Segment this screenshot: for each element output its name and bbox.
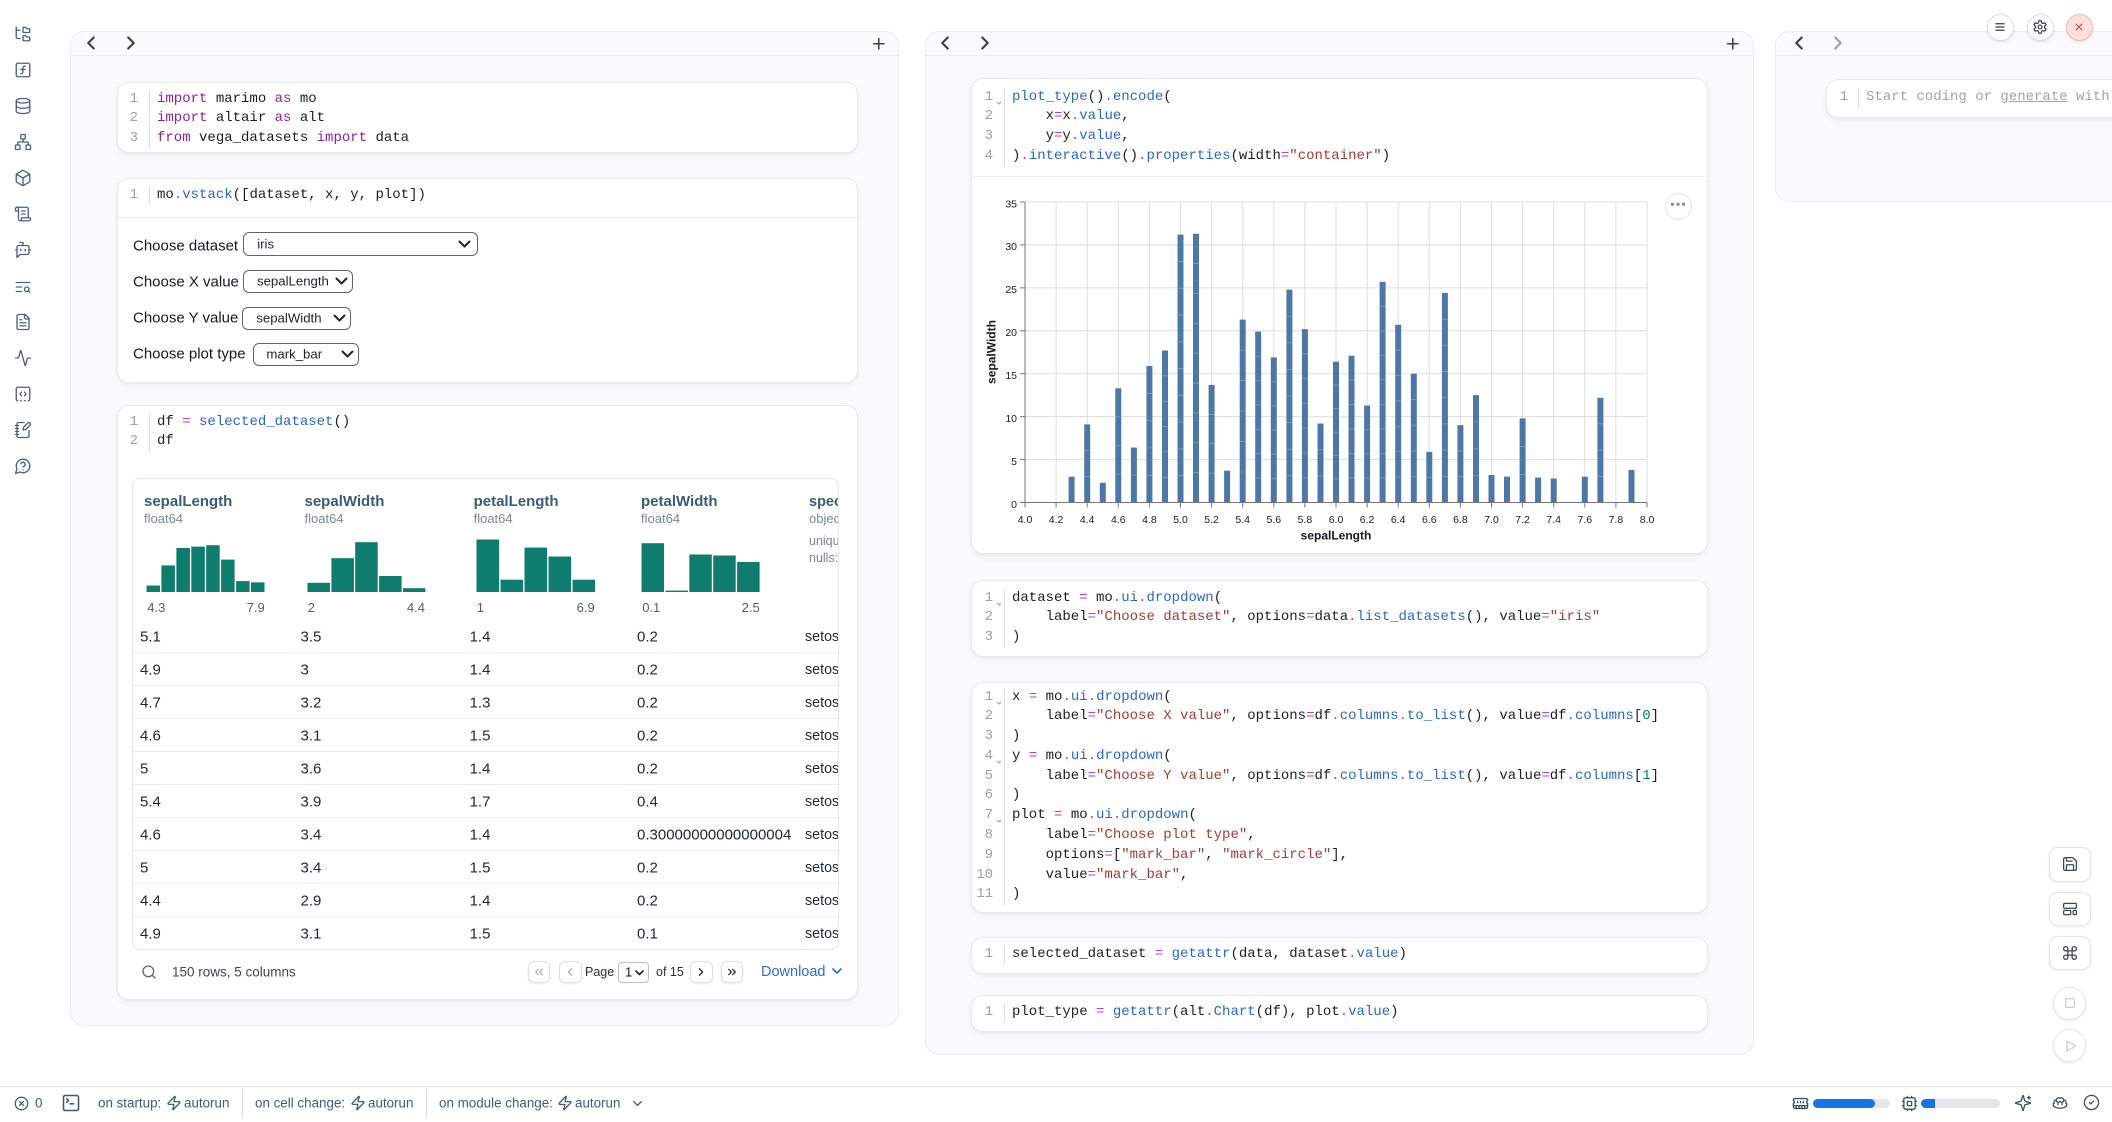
svg-text:20: 20 xyxy=(1005,327,1017,339)
svg-text:4.8: 4.8 xyxy=(1142,514,1157,526)
svg-text:0: 0 xyxy=(1011,499,1017,511)
svg-text:4.0: 4.0 xyxy=(1018,514,1033,526)
svg-text:8.0: 8.0 xyxy=(1640,514,1655,526)
svg-text:4.2: 4.2 xyxy=(1049,514,1064,526)
svg-text:15: 15 xyxy=(1005,370,1017,382)
svg-text:5.0: 5.0 xyxy=(1173,514,1188,526)
svg-text:6.6: 6.6 xyxy=(1422,514,1437,526)
svg-text:4.4: 4.4 xyxy=(1080,514,1095,526)
svg-text:5.6: 5.6 xyxy=(1266,514,1281,526)
svg-text:6.2: 6.2 xyxy=(1360,514,1375,526)
svg-text:5.8: 5.8 xyxy=(1298,514,1313,526)
svg-text:35: 35 xyxy=(1005,198,1017,210)
svg-text:30: 30 xyxy=(1005,241,1017,253)
svg-text:7.2: 7.2 xyxy=(1515,514,1530,526)
svg-text:6.8: 6.8 xyxy=(1453,514,1468,526)
svg-text:7.4: 7.4 xyxy=(1546,514,1561,526)
svg-text:5: 5 xyxy=(1011,456,1017,468)
svg-text:4.6: 4.6 xyxy=(1111,514,1126,526)
svg-text:7.6: 7.6 xyxy=(1577,514,1592,526)
svg-text:5.4: 5.4 xyxy=(1235,514,1250,526)
svg-text:sepalLength: sepalLength xyxy=(1301,529,1372,543)
svg-text:6.4: 6.4 xyxy=(1391,514,1406,526)
svg-text:6.0: 6.0 xyxy=(1329,514,1344,526)
svg-text:7.0: 7.0 xyxy=(1484,514,1499,526)
svg-text:sepalWidth: sepalWidth xyxy=(985,320,999,384)
svg-text:5.2: 5.2 xyxy=(1204,514,1219,526)
svg-text:25: 25 xyxy=(1005,284,1017,296)
svg-text:10: 10 xyxy=(1005,413,1017,425)
svg-text:7.8: 7.8 xyxy=(1609,514,1624,526)
